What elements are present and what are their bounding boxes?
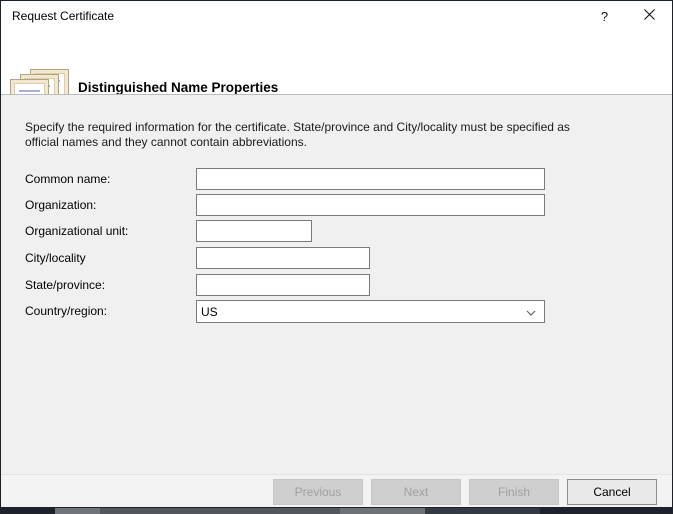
city-locality-input[interactable] (196, 247, 370, 269)
previous-button[interactable]: Previous (273, 479, 363, 505)
desktop-strip-segment (425, 508, 540, 514)
screenshot-root: Request Certificate ? (0, 0, 673, 514)
cancel-button[interactable]: Cancel (567, 479, 657, 505)
desktop-strip-segment (55, 508, 100, 514)
help-icon: ? (601, 9, 608, 24)
country-region-label: Country/region: (25, 300, 107, 322)
organization-label: Organization: (25, 194, 96, 216)
city-locality-label: City/locality (25, 247, 86, 269)
country-region-select[interactable]: US (196, 300, 545, 323)
dialog-body: Specify the required information for the… (1, 95, 672, 474)
help-button[interactable]: ? (582, 1, 627, 31)
organizational-unit-input[interactable] (196, 220, 312, 242)
organization-input[interactable] (196, 194, 545, 216)
state-province-label: State/province: (25, 274, 105, 296)
close-button[interactable] (627, 1, 672, 31)
dialog-footer: Previous Next Finish Cancel (1, 474, 672, 507)
chevron-down-icon (526, 303, 536, 321)
desktop-background-strip (0, 508, 673, 514)
desktop-strip-segment (340, 508, 425, 514)
description-text: Specify the required information for the… (25, 120, 605, 150)
state-province-input[interactable] (196, 274, 370, 296)
description-line-2: official names and they cannot contain a… (25, 135, 605, 150)
description-line-1: Specify the required information for the… (25, 120, 605, 135)
common-name-input[interactable] (196, 168, 545, 190)
page-title: Distinguished Name Properties (78, 80, 278, 95)
request-certificate-dialog: Request Certificate ? (0, 0, 673, 508)
wizard-header: Distinguished Name Properties (1, 31, 672, 95)
next-button[interactable]: Next (371, 479, 461, 505)
finish-button[interactable]: Finish (469, 479, 559, 505)
common-name-label: Common name: (25, 168, 110, 190)
desktop-strip-segment (100, 508, 340, 514)
window-title: Request Certificate (12, 1, 114, 31)
organizational-unit-label: Organizational unit: (25, 220, 128, 242)
close-icon (644, 7, 655, 25)
titlebar[interactable]: Request Certificate ? (1, 1, 672, 31)
country-region-value: US (201, 305, 218, 319)
